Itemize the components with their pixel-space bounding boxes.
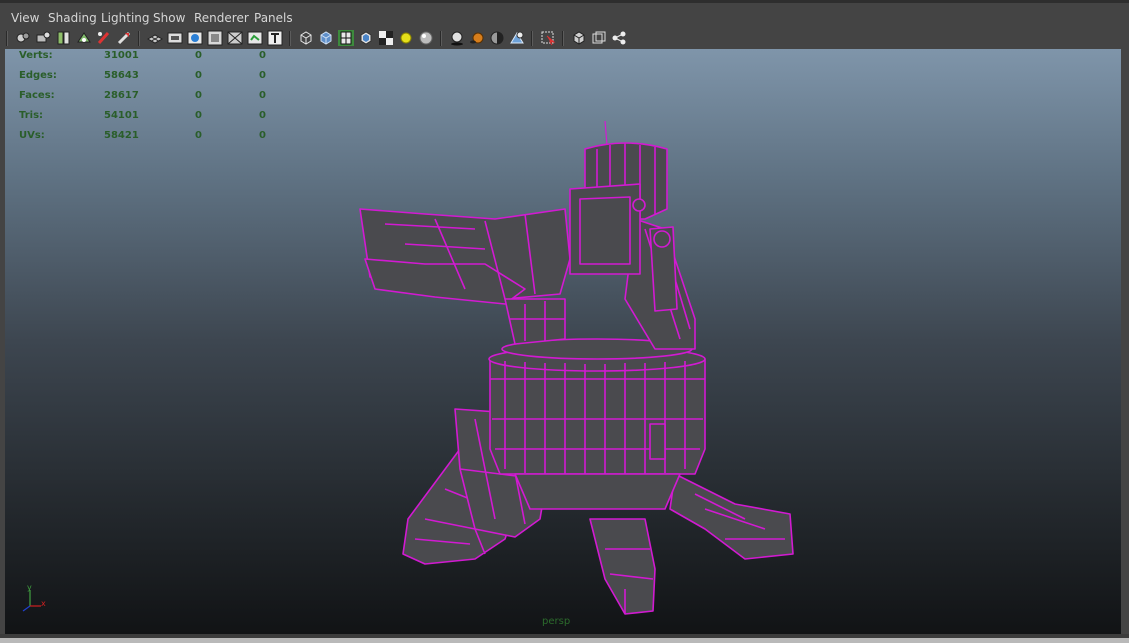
film-gate-icon[interactable] bbox=[167, 30, 183, 46]
camera-tools-icon[interactable] bbox=[116, 30, 132, 46]
text-icon[interactable] bbox=[267, 30, 283, 46]
xray-joints-icon[interactable] bbox=[611, 30, 627, 46]
menu-shading[interactable]: Shading bbox=[48, 11, 97, 25]
toolbar-separator bbox=[440, 31, 442, 46]
all-lights-icon[interactable] bbox=[418, 30, 434, 46]
viewport-menu-bar: View Shading Lighting Show Renderer Pane… bbox=[0, 0, 1129, 28]
base-cylinder[interactable] bbox=[488, 338, 706, 510]
axis-gizmo bbox=[22, 590, 41, 612]
menu-show[interactable]: Show bbox=[153, 11, 185, 25]
menu-view[interactable]: View bbox=[11, 11, 39, 25]
toolbar-separator bbox=[289, 31, 291, 46]
perspective-viewport[interactable]: Verts: 31001 0 0 Edges: 58643 0 0 Faces:… bbox=[5, 49, 1121, 634]
resolution-gate-icon[interactable] bbox=[187, 30, 203, 46]
textured-icon[interactable] bbox=[358, 30, 374, 46]
shadows-icon[interactable] bbox=[449, 30, 465, 46]
camera-bookmark-icon[interactable] bbox=[35, 30, 51, 46]
safe-title-icon[interactable] bbox=[247, 30, 263, 46]
screen-space-ao-icon[interactable] bbox=[469, 30, 485, 46]
menu-renderer[interactable]: Renderer bbox=[194, 11, 249, 25]
toolbar-separator bbox=[6, 31, 8, 46]
leg-front-right[interactable] bbox=[669, 473, 794, 560]
viewport-toolbar bbox=[0, 28, 1129, 49]
default-material-icon[interactable] bbox=[378, 30, 394, 46]
turret-gun[interactable] bbox=[359, 183, 641, 345]
smooth-shade-icon[interactable] bbox=[318, 30, 334, 46]
grid-icon[interactable] bbox=[147, 30, 163, 46]
axis-y-label: y bbox=[27, 583, 32, 592]
xray-active-components-icon[interactable] bbox=[591, 30, 607, 46]
grease-pencil-icon[interactable] bbox=[96, 30, 112, 46]
isolate-select-icon[interactable] bbox=[540, 30, 556, 46]
image-plane-icon[interactable] bbox=[56, 30, 72, 46]
axis-x-label: x bbox=[41, 599, 46, 608]
camera-attributes-icon[interactable] bbox=[15, 30, 31, 46]
gate-mask-icon[interactable] bbox=[207, 30, 223, 46]
toolbar-separator bbox=[138, 31, 140, 46]
leg-back[interactable] bbox=[589, 518, 656, 615]
wireframe-icon[interactable] bbox=[298, 30, 314, 46]
viewport-border bbox=[1121, 49, 1129, 634]
xray-icon[interactable] bbox=[571, 30, 587, 46]
anti-aliasing-icon[interactable] bbox=[509, 30, 525, 46]
use-default-lighting-icon[interactable] bbox=[398, 30, 414, 46]
toolbar-separator bbox=[531, 31, 533, 46]
field-chart-icon[interactable] bbox=[227, 30, 243, 46]
toolbar-separator bbox=[562, 31, 564, 46]
wireframe-on-shaded-icon[interactable] bbox=[338, 30, 354, 46]
time-slider-ruler[interactable] bbox=[0, 638, 1129, 643]
2d-pan-zoom-icon[interactable] bbox=[76, 30, 92, 46]
camera-name-label: persp bbox=[542, 616, 571, 627]
menu-lighting[interactable]: Lighting bbox=[101, 11, 150, 25]
motion-blur-icon[interactable] bbox=[489, 30, 505, 46]
menu-panels[interactable]: Panels bbox=[254, 11, 293, 25]
turret-model[interactable] bbox=[5, 49, 1121, 634]
